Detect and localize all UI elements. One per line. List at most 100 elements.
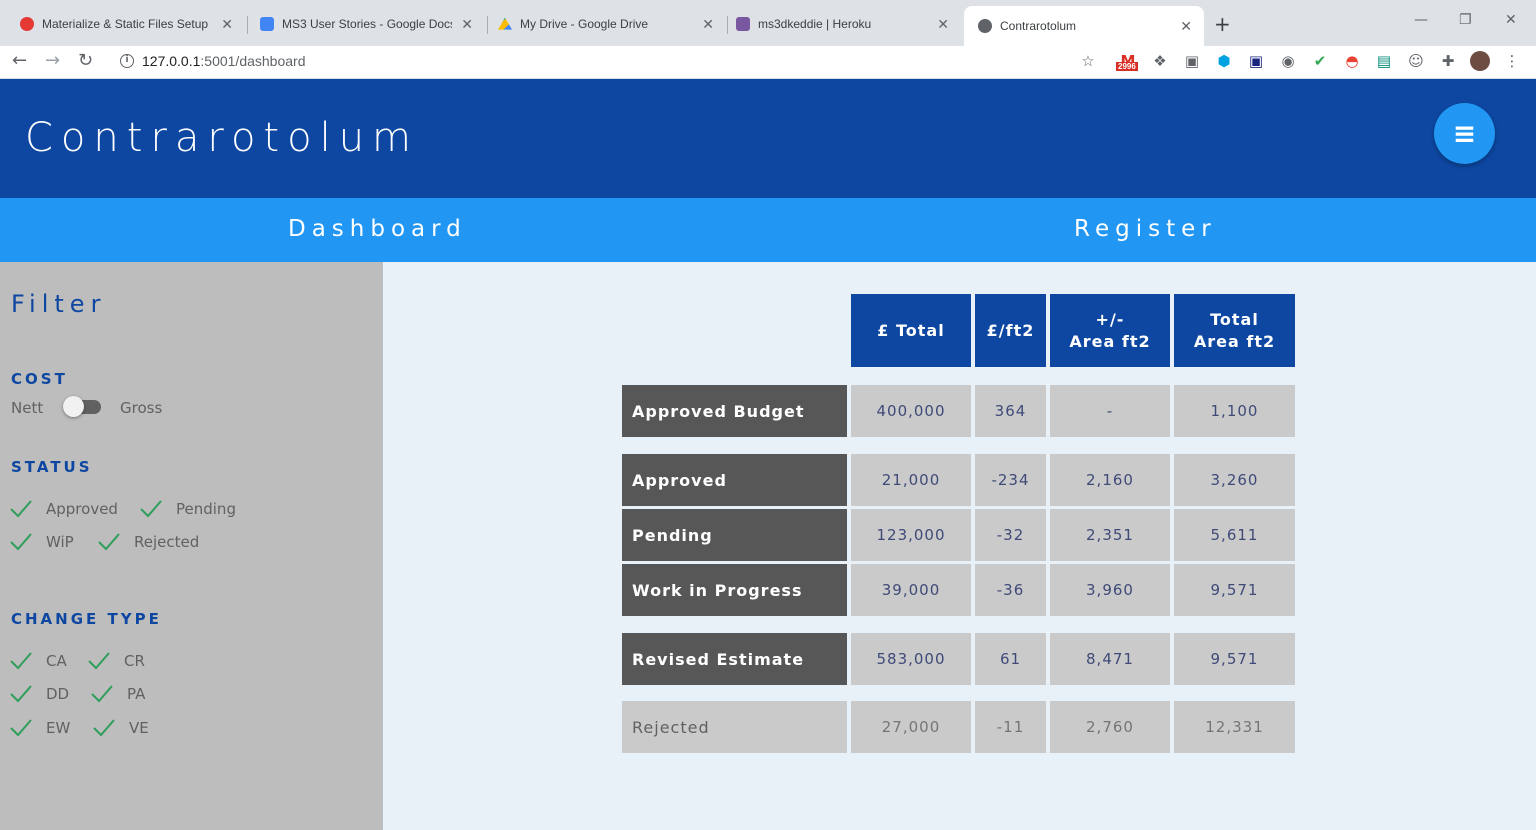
close-tab-icon[interactable]: ✕ — [937, 16, 949, 33]
cost-heading: COST — [11, 370, 68, 388]
filter-sidebar: Filter COST Nett Gross STATUS Approved P… — [0, 262, 383, 830]
browser-tab[interactable]: ms3dkeddie | Heroku ✕ — [716, 9, 961, 39]
restore-icon[interactable]: ❐ — [1459, 12, 1472, 28]
checkmark-icon — [140, 500, 162, 518]
checkmark-icon — [10, 652, 32, 670]
site-info-icon[interactable]: i — [120, 54, 134, 68]
extension-icon[interactable]: ▤ — [1374, 51, 1394, 71]
change-ew-checkbox[interactable] — [10, 718, 32, 738]
status-pending-checkbox[interactable] — [140, 499, 162, 519]
table-cell: 3,260 — [1174, 454, 1295, 506]
checkmark-icon — [10, 533, 32, 551]
extensions-puzzle-icon[interactable]: ✚ — [1438, 51, 1458, 71]
docs-icon — [260, 17, 274, 31]
change-dd-label[interactable]: DD — [46, 685, 69, 703]
change-ve-label[interactable]: VE — [129, 719, 149, 737]
close-tab-icon[interactable]: ✕ — [461, 16, 473, 33]
checkmark-icon — [10, 719, 32, 737]
table-cell: -36 — [975, 564, 1046, 616]
close-tab-icon[interactable]: ✕ — [1180, 18, 1192, 35]
table-cell: 364 — [975, 385, 1046, 437]
forward-icon[interactable]: → — [45, 50, 60, 71]
browser-tab[interactable]: Materialize & Static Files Setup | ✕ — [0, 9, 245, 39]
status-rejected-label[interactable]: Rejected — [134, 533, 199, 551]
row-label: Approved — [622, 454, 847, 506]
browser-tab-active[interactable]: Contrarotolum ✕ — [964, 6, 1204, 46]
reload-icon[interactable]: ↻ — [78, 50, 93, 71]
opera-icon — [20, 17, 34, 31]
nav-dashboard[interactable]: Dashboard — [288, 216, 467, 242]
dropbox-icon[interactable]: ❖ — [1150, 51, 1170, 71]
table-cell: 9,571 — [1174, 633, 1295, 685]
change-pa-checkbox[interactable] — [91, 684, 113, 704]
app-header: Contrarotolum ≡ — [0, 79, 1536, 198]
table-cell: 123,000 — [851, 509, 971, 561]
status-approved-label[interactable]: Approved — [46, 500, 118, 518]
tab-title: ms3dkeddie | Heroku — [758, 17, 872, 31]
close-window-icon[interactable]: ✕ — [1505, 12, 1517, 28]
status-wip-checkbox[interactable] — [10, 532, 32, 552]
status-rejected-checkbox[interactable] — [98, 532, 120, 552]
status-pending-label[interactable]: Pending — [176, 500, 236, 518]
extension-icon[interactable]: ☺ — [1406, 51, 1426, 71]
table-cell: 27,000 — [851, 701, 971, 753]
row-label: Pending — [622, 509, 847, 561]
change-cr-checkbox[interactable] — [88, 651, 110, 671]
change-ca-checkbox[interactable] — [10, 651, 32, 671]
change-type-heading: CHANGE TYPE — [11, 610, 162, 628]
table-cell: 21,000 — [851, 454, 971, 506]
toggle-knob — [63, 396, 84, 417]
change-ew-label[interactable]: EW — [46, 719, 70, 737]
brand-logo[interactable]: Contrarotolum — [25, 115, 419, 161]
browser-menu-icon[interactable]: ⋮ — [1502, 51, 1522, 71]
extension-icon[interactable]: ◓ — [1342, 51, 1362, 71]
cost-toggle[interactable] — [63, 396, 101, 417]
extension-icon[interactable]: ▣ — [1246, 51, 1266, 71]
extension-icon[interactable]: ◉ — [1278, 51, 1298, 71]
status-heading: STATUS — [11, 458, 93, 476]
minimize-icon[interactable]: — — [1414, 12, 1428, 28]
table-cell: -11 — [975, 701, 1046, 753]
table-cell: 8,471 — [1050, 633, 1170, 685]
change-pa-label[interactable]: PA — [127, 685, 145, 703]
change-ve-checkbox[interactable] — [93, 718, 115, 738]
change-ca-label[interactable]: CA — [46, 652, 67, 670]
extension-icon[interactable]: ✔ — [1310, 51, 1330, 71]
extension-icon[interactable]: ▣ — [1182, 51, 1202, 71]
bookmark-star-icon[interactable]: ☆ — [1078, 51, 1098, 71]
checkmark-icon — [10, 685, 32, 703]
new-tab-icon[interactable]: + — [1214, 12, 1231, 36]
row-label: Approved Budget — [622, 385, 847, 437]
row-label: Revised Estimate — [622, 633, 847, 685]
table-cell: 2,760 — [1050, 701, 1170, 753]
url-field[interactable]: 127.0.0.1:5001/dashboard — [142, 53, 305, 69]
table-cell: 5,611 — [1174, 509, 1295, 561]
browser-tab[interactable]: MS3 User Stories - Google Docs ✕ — [240, 9, 485, 39]
table-cell: 61 — [975, 633, 1046, 685]
main-nav: Dashboard Register — [0, 198, 1536, 262]
close-tab-icon[interactable]: ✕ — [221, 16, 233, 33]
close-tab-icon[interactable]: ✕ — [702, 16, 714, 33]
globe-icon — [978, 19, 992, 33]
checkmark-icon — [88, 652, 110, 670]
cost-gross-label: Gross — [120, 399, 163, 417]
status-approved-checkbox[interactable] — [10, 499, 32, 519]
status-wip-label[interactable]: WiP — [46, 533, 74, 551]
menu-button[interactable]: ≡ — [1434, 103, 1495, 164]
table-cell: 1,100 — [1174, 385, 1295, 437]
drive-icon — [498, 17, 512, 30]
change-cr-label[interactable]: CR — [124, 652, 145, 670]
browser-tab[interactable]: My Drive - Google Drive ✕ — [478, 9, 726, 39]
back-icon[interactable]: ← — [12, 50, 27, 71]
extension-icon[interactable]: ⬢ — [1214, 51, 1234, 71]
header-total-area: Total Area ft2 — [1174, 294, 1295, 367]
nav-register[interactable]: Register — [1074, 216, 1217, 242]
change-dd-checkbox[interactable] — [10, 684, 32, 704]
avatar[interactable] — [1470, 51, 1490, 71]
header-total: £ Total — [851, 294, 971, 367]
tab-title: Contrarotolum — [1000, 19, 1077, 33]
address-bar: ← → ↻ i 127.0.0.1:5001/dashboard ☆ M 299… — [0, 46, 1536, 79]
row-label: Work in Progress — [622, 564, 847, 616]
mail-count-badge: 2996 — [1116, 62, 1138, 71]
browser-tab-bar: Materialize & Static Files Setup | ✕ MS3… — [0, 0, 1536, 46]
